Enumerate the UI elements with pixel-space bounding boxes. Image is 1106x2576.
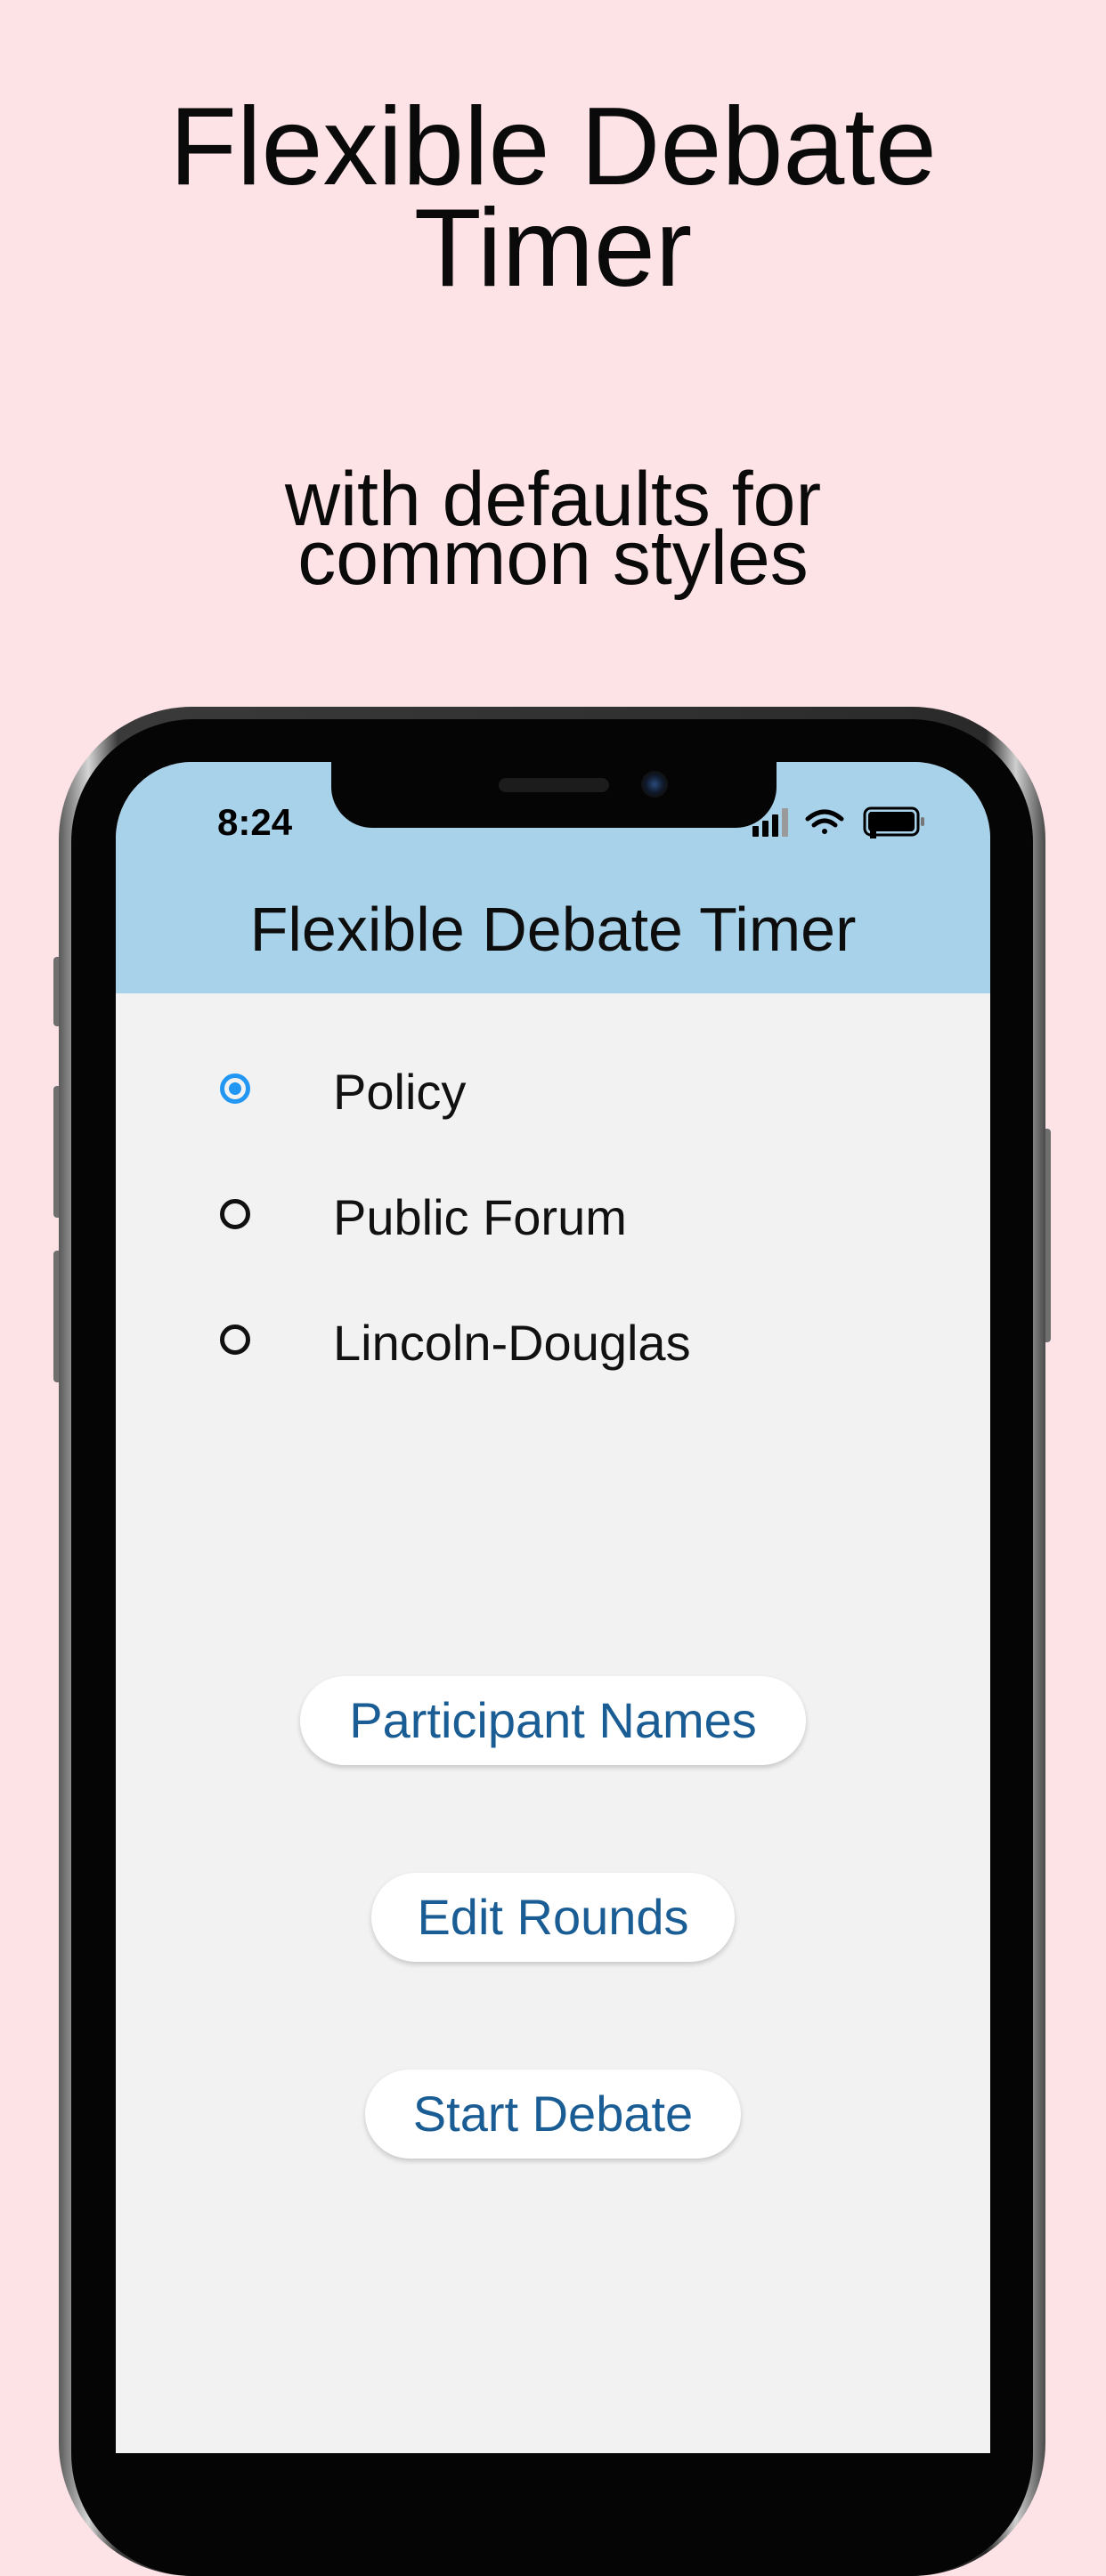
radio-option-lincoln-douglas[interactable]: Lincoln-Douglas xyxy=(116,1298,990,1396)
radio-selected-icon[interactable] xyxy=(220,1073,250,1104)
promo-title: Flexible Debate Timer xyxy=(0,92,1106,304)
phone-screen: 8:24 Flexible Debate Timer Policy Public… xyxy=(116,762,990,2453)
radio-unselected-icon[interactable] xyxy=(220,1199,250,1229)
app-header: 8:24 Flexible Debate Timer xyxy=(116,762,990,993)
start-debate-button[interactable]: Start Debate xyxy=(365,2070,741,2159)
promo-title-line2: Timer xyxy=(413,187,693,310)
speaker-grille xyxy=(499,778,609,792)
radio-option-policy[interactable]: Policy xyxy=(116,1047,990,1145)
radio-label: Public Forum xyxy=(333,1189,627,1245)
status-time: 8:24 xyxy=(217,801,293,843)
radio-unselected-icon[interactable] xyxy=(220,1324,250,1355)
radio-label: Lincoln-Douglas xyxy=(333,1315,691,1371)
front-camera xyxy=(641,771,668,798)
radio-option-public-forum[interactable]: Public Forum xyxy=(116,1172,990,1270)
app-title: Flexible Debate Timer xyxy=(249,895,857,964)
edit-rounds-button[interactable]: Edit Rounds xyxy=(371,1873,735,1962)
participant-names-button[interactable]: Participant Names xyxy=(300,1676,806,1765)
promo-subtitle-line2: common styles xyxy=(297,515,809,601)
wifi-icon xyxy=(805,809,844,834)
battery-icon xyxy=(863,806,924,837)
notch xyxy=(331,762,777,828)
radio-label: Policy xyxy=(333,1064,467,1120)
promo-subtitle: with defaults for common styles xyxy=(0,461,1106,596)
status-icons xyxy=(752,806,924,838)
